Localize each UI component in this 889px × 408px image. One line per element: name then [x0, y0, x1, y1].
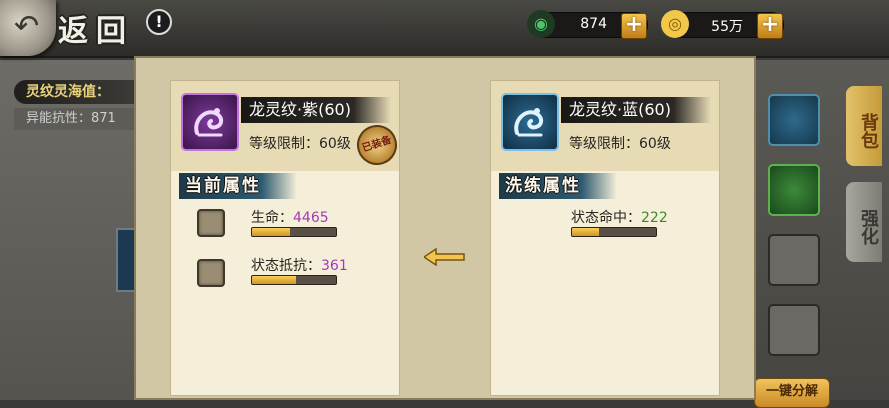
back-label[interactable]: 返回	[58, 6, 134, 50]
left-arrow-icon[interactable]	[424, 248, 466, 266]
inventory-slot-blue-dragon[interactable]	[768, 94, 820, 146]
stat-hit-value: 222	[641, 210, 668, 226]
tab-enhance[interactable]: 强化	[846, 182, 882, 262]
refine-attributes-heading: 洗练属性	[505, 176, 581, 196]
stat-hp-value: 4465	[293, 210, 329, 226]
stat-resist-label: 状态抵抗：	[251, 258, 321, 274]
inventory-slot-empty[interactable]	[768, 304, 820, 356]
current-item-level: 等级限制：60级	[249, 136, 351, 152]
current-attributes-heading: 当前属性	[185, 176, 261, 196]
jade-icon: ◉	[527, 10, 555, 38]
stat-resist-bar	[251, 275, 337, 285]
stat-hp: 生命：4465	[251, 207, 329, 227]
stat-hp-bar-fill	[252, 228, 290, 236]
help-icon[interactable]: !	[146, 9, 172, 35]
dragon-emblem-icon	[514, 108, 544, 137]
coin-resource: ◎ 55万 +	[661, 10, 784, 39]
stat-hp-label: 生命：	[251, 210, 293, 226]
refine-attributes-panel: 龙灵纹·蓝(60) 等级限制：60级 洗练属性 状态命中：222	[490, 80, 720, 396]
sea-value-label: 灵纹灵海值：	[14, 80, 136, 104]
lock-checkbox-resist[interactable]	[197, 259, 225, 287]
stat-resist-value: 361	[321, 258, 348, 274]
stat-hp-bar	[251, 227, 337, 237]
back-arrow-icon: ↶	[14, 9, 40, 44]
purple-dragon-icon	[181, 93, 239, 151]
dragon-emblem-icon	[194, 108, 224, 137]
refine-dialog: 龙灵纹·紫(60) 等级限制：60级 已装备 当前属性 生命：4465 状态抵抗…	[134, 56, 756, 400]
back-button[interactable]: ↶	[0, 0, 56, 56]
stat-hit-bar	[571, 227, 657, 237]
one-click-decompose-button[interactable]: 一键分解	[754, 378, 830, 408]
lock-checkbox-hp[interactable]	[197, 209, 225, 237]
coin-icon: ◎	[661, 10, 689, 38]
add-jade-button[interactable]: +	[621, 13, 647, 39]
jade-value: 874	[580, 16, 607, 32]
refine-item-name: 龙灵纹·蓝(60)	[569, 100, 671, 119]
current-attributes-panel: 龙灵纹·紫(60) 等级限制：60级 已装备 当前属性 生命：4465 状态抵抗…	[170, 80, 403, 396]
blue-dragon-icon	[501, 93, 559, 151]
stat-resist: 状态抵抗：361	[251, 255, 348, 275]
inventory-slot-empty[interactable]	[768, 234, 820, 286]
current-item-name: 龙灵纹·紫(60)	[249, 100, 351, 119]
stat-hit: 状态命中：222	[571, 207, 668, 227]
stat-hit-bar-fill	[572, 228, 599, 236]
add-coin-button[interactable]: +	[757, 13, 783, 39]
tab-backpack[interactable]: 背包	[846, 86, 882, 166]
refine-item-level: 等级限制：60级	[569, 136, 671, 152]
coin-value: 55万	[711, 19, 743, 35]
jade-resource: ◉ 874 +	[527, 10, 648, 39]
resistance-stat: 异能抗性：871	[14, 108, 136, 130]
stat-hit-label: 状态命中：	[571, 210, 641, 226]
inventory-slot-green-dragon[interactable]	[768, 164, 820, 216]
stat-resist-bar-fill	[252, 276, 296, 284]
